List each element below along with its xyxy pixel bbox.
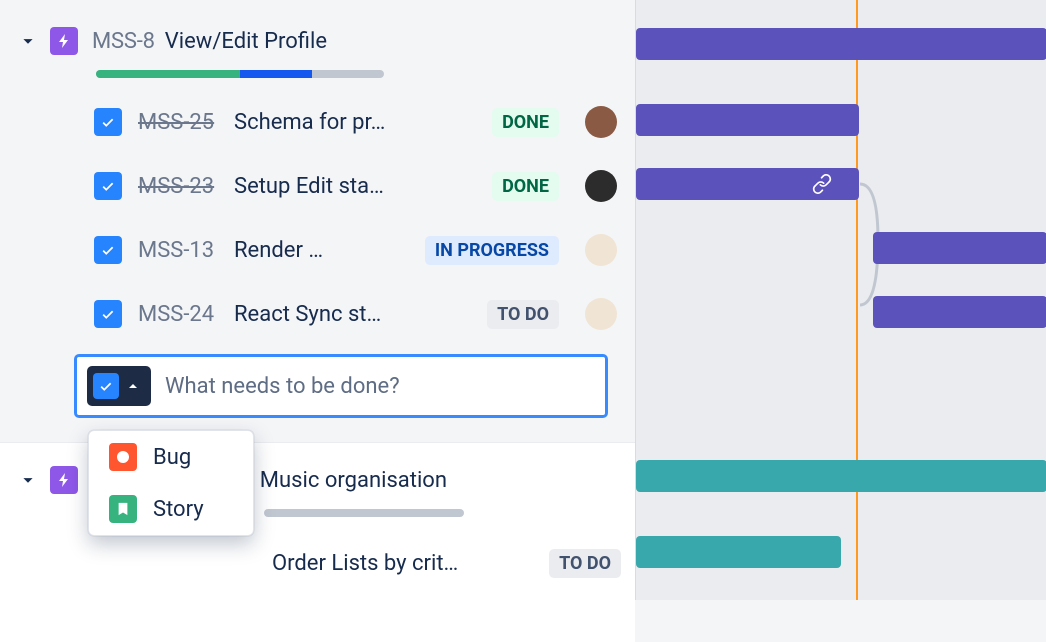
- status-badge[interactable]: DONE: [492, 108, 559, 137]
- dropdown-label: Story: [153, 497, 204, 522]
- status-badge[interactable]: TO DO: [487, 300, 559, 329]
- issue-row[interactable]: Order Lists by crit… TO DO: [0, 531, 635, 595]
- issue-title[interactable]: Render …: [234, 238, 323, 263]
- epic-progress: [96, 70, 384, 78]
- create-placeholder: What needs to be done?: [165, 374, 400, 399]
- assignee-avatar[interactable]: [585, 234, 617, 266]
- epic-title[interactable]: p Music organisation: [242, 468, 447, 493]
- status-badge[interactable]: IN PROGRESS: [425, 236, 559, 265]
- dropdown-item-bug[interactable]: Bug: [89, 431, 253, 483]
- issue-row[interactable]: MSS-23 Setup Edit sta… DONE: [0, 154, 635, 218]
- task-icon: [94, 236, 122, 264]
- link-icon: [812, 174, 832, 194]
- dropdown-label: Bug: [153, 445, 191, 470]
- epic-row[interactable]: MSS-8 View/Edit Profile: [0, 18, 635, 64]
- timeline-panel[interactable]: [635, 0, 1046, 600]
- dropdown-item-story[interactable]: Story: [89, 483, 253, 535]
- epic-key[interactable]: MSS-8: [92, 29, 155, 54]
- issue-title[interactable]: Schema for pr…: [234, 110, 385, 135]
- status-badge[interactable]: TO DO: [549, 549, 621, 578]
- assignee-avatar[interactable]: [585, 298, 617, 330]
- task-icon: [94, 300, 122, 328]
- timeline-bar[interactable]: [636, 168, 859, 200]
- story-icon: [109, 495, 137, 523]
- assignee-avatar[interactable]: [585, 170, 617, 202]
- issue-key[interactable]: MSS-24: [138, 302, 226, 327]
- chevron-down-icon[interactable]: [16, 468, 40, 492]
- issue-list-panel: MSS-8 View/Edit Profile MSS-25 Schema fo…: [0, 0, 635, 600]
- issue-title[interactable]: Setup Edit sta…: [234, 174, 384, 199]
- task-icon: [93, 373, 119, 399]
- timeline-bar[interactable]: [636, 460, 1046, 492]
- issue-row[interactable]: MSS-25 Schema for pr… DONE: [0, 90, 635, 154]
- issue-title[interactable]: Order Lists by crit…: [272, 551, 458, 576]
- assignee-avatar[interactable]: [585, 106, 617, 138]
- issue-key[interactable]: MSS-25: [138, 110, 226, 135]
- bug-icon: [109, 443, 137, 471]
- issue-key[interactable]: MSS-13: [138, 238, 226, 263]
- epic-icon: [50, 27, 78, 55]
- epic-icon: [50, 466, 78, 494]
- epic-title[interactable]: View/Edit Profile: [165, 29, 327, 54]
- status-badge[interactable]: DONE: [492, 172, 559, 201]
- chevron-down-icon[interactable]: [16, 29, 40, 53]
- task-icon: [94, 172, 122, 200]
- issue-title[interactable]: React Sync st…: [234, 302, 381, 327]
- epic-progress: [264, 509, 464, 517]
- task-icon: [94, 108, 122, 136]
- timeline-bar[interactable]: [873, 296, 1046, 328]
- issue-key[interactable]: MSS-23: [138, 174, 226, 199]
- timeline-bar[interactable]: [636, 28, 1046, 60]
- issue-row[interactable]: MSS-13 Render … IN PROGRESS: [0, 218, 635, 282]
- timeline-bar[interactable]: [636, 536, 841, 568]
- timeline-bar[interactable]: [873, 232, 1046, 264]
- timeline-bar[interactable]: [636, 104, 859, 136]
- issue-type-dropdown: Bug Story: [88, 430, 254, 536]
- issue-type-selector[interactable]: [87, 366, 151, 406]
- create-issue-input[interactable]: What needs to be done?: [74, 354, 608, 418]
- issue-row[interactable]: MSS-24 React Sync st… TO DO: [0, 282, 635, 346]
- chevron-up-icon: [125, 378, 141, 394]
